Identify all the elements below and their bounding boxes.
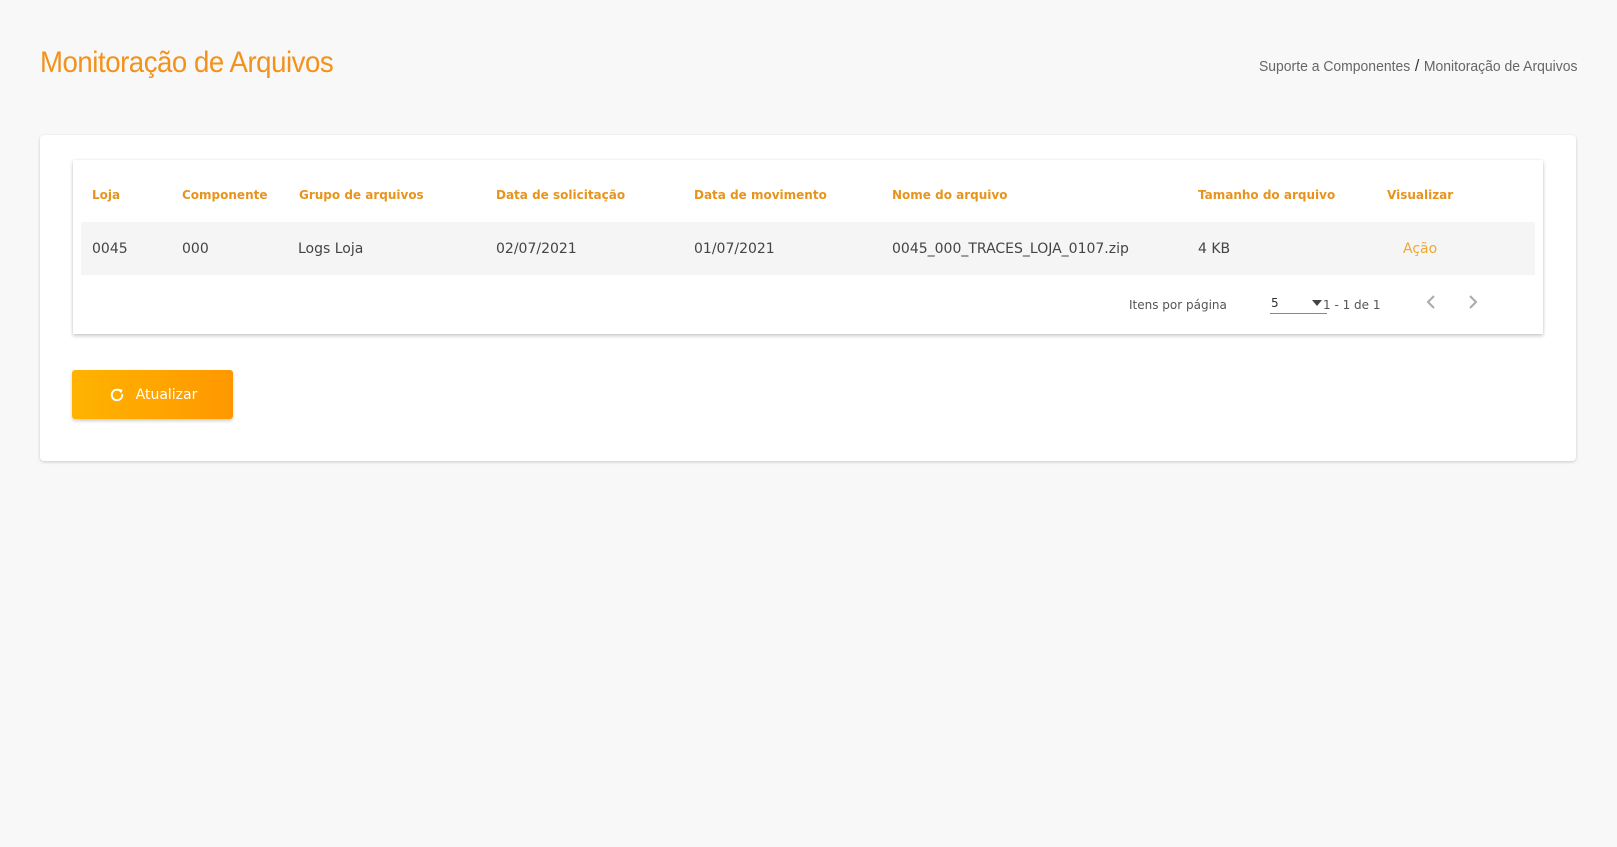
breadcrumb: Suporte a Componentes / Monitoração de A… (1259, 56, 1577, 75)
refresh-icon (110, 388, 123, 401)
table-row: 0045 000 Logs Loja 02/07/2021 01/07/2021… (81, 222, 1535, 275)
column-header-data-movimento[interactable]: Data de movimento (694, 188, 827, 202)
items-per-page-label: Itens por página (1129, 298, 1227, 312)
breadcrumb-separator: / (1414, 56, 1419, 75)
files-table: Loja Componente Grupo de arquivos Data d… (73, 160, 1543, 334)
previous-page-button[interactable] (1422, 294, 1442, 314)
next-page-button[interactable] (1462, 294, 1482, 314)
action-link[interactable]: Ação (1403, 241, 1437, 257)
column-header-data-solicitacao[interactable]: Data de solicitação (496, 188, 625, 202)
column-header-loja[interactable]: Loja (92, 188, 120, 202)
column-header-componente[interactable]: Componente (182, 188, 268, 202)
cell-loja: 0045 (92, 241, 128, 257)
content-card: Loja Componente Grupo de arquivos Data d… (40, 135, 1576, 461)
chevron-left-icon (1426, 295, 1435, 309)
pagination-range: 1 - 1 de 1 (1323, 298, 1381, 312)
caret-down-icon (1312, 300, 1322, 306)
cell-data-movimento: 01/07/2021 (694, 241, 775, 257)
breadcrumb-parent[interactable]: Suporte a Componentes (1259, 58, 1410, 75)
column-header-grupo[interactable]: Grupo de arquivos (299, 188, 424, 202)
cell-tamanho: 4 KB (1198, 241, 1231, 257)
cell-componente: 000 (182, 241, 209, 257)
refresh-button-label: Atualizar (135, 386, 198, 403)
page-title: Monitoração de Arquivos (40, 46, 334, 79)
chevron-right-icon (1469, 295, 1478, 309)
column-header-nome-arquivo[interactable]: Nome do arquivo (892, 188, 1007, 202)
refresh-button[interactable]: Atualizar (72, 370, 233, 419)
column-header-visualizar: Visualizar (1387, 188, 1454, 202)
cell-grupo: Logs Loja (298, 241, 364, 257)
cell-nome-arquivo: 0045_000_TRACES_LOJA_0107.zip (892, 241, 1129, 257)
items-per-page-select[interactable]: 5 (1270, 292, 1327, 314)
items-per-page-value: 5 (1271, 296, 1279, 310)
cell-data-solicitacao: 02/07/2021 (496, 241, 577, 257)
breadcrumb-current: Monitoração de Arquivos (1423, 58, 1577, 75)
column-header-tamanho[interactable]: Tamanho do arquivo (1198, 188, 1335, 202)
